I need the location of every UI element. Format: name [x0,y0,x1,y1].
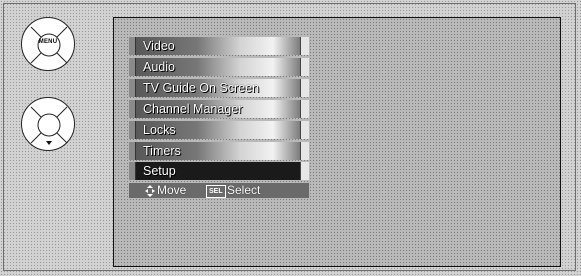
menu-item-tv-guide[interactable]: TV Guide On Screen [129,79,309,97]
row-edge-right [300,121,309,139]
menu-item-label: Locks [143,123,176,137]
row-edge-right [300,162,309,180]
row-edge-left [129,37,136,55]
row-edge-left [129,58,136,76]
menu-item-setup[interactable]: Setup [129,162,309,180]
menu-item-audio[interactable]: Audio [129,58,309,76]
row-edge-left [129,142,136,160]
menu-item-label: Timers [143,144,181,158]
four-way-arrow-icon [145,183,155,198]
row-edge-right [300,79,309,97]
menu-footer-hint: Move SEL Select [129,183,309,198]
menu-item-channel-manager[interactable]: Channel Manager [129,100,309,118]
remote-menu-button[interactable]: MENU [21,17,75,71]
row-edge-left [129,100,136,118]
menu-item-locks[interactable]: Locks [129,121,309,139]
row-edge-right [300,58,309,76]
row-edge-right [300,100,309,118]
remote-nav-dpad[interactable] [21,97,75,151]
footer-select-label: Select [227,183,261,197]
row-edge-right [300,37,309,55]
menu-item-label: Video [143,39,175,53]
menu-item-label-selected: Setup [143,164,176,178]
menu-item-label: TV Guide On Screen [143,81,260,95]
dpad-down-arrow-icon [30,106,68,145]
menu-item-label: Channel Manager [143,102,243,116]
footer-move-label: Move [157,183,187,197]
row-edge-left [129,162,136,180]
menu-item-video[interactable]: Video [129,37,309,55]
row-edge-left [129,121,136,139]
row-edge-right [300,142,309,160]
sel-button-badge: SEL [206,185,226,198]
menu-button-label: MENU [38,39,58,45]
menu-dpad-icon [30,26,68,64]
menu-item-timers[interactable]: Timers [129,142,309,160]
menu-item-label: Audio [143,60,175,74]
row-edge-left [129,79,136,97]
